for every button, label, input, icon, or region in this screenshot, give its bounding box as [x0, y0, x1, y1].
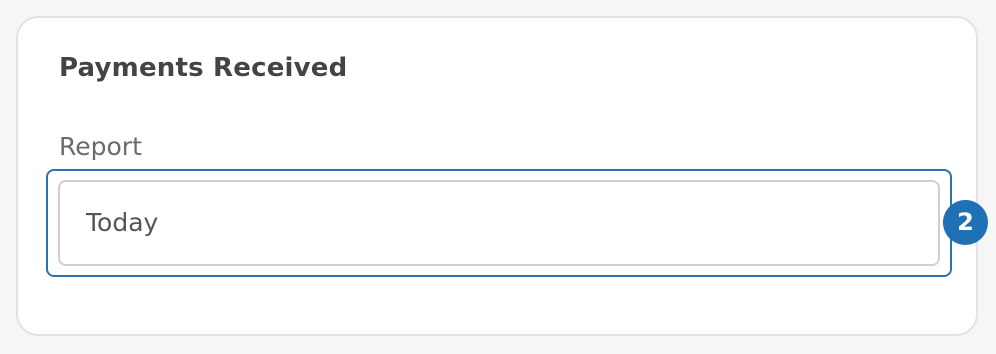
payments-received-card: Payments Received Report Today: [16, 16, 978, 336]
report-field-label: Report: [59, 132, 142, 161]
card-title: Payments Received: [59, 53, 348, 83]
report-select-value: Today: [86, 208, 159, 237]
report-select[interactable]: Today: [58, 180, 940, 266]
step-number-badge: 2: [943, 200, 988, 245]
